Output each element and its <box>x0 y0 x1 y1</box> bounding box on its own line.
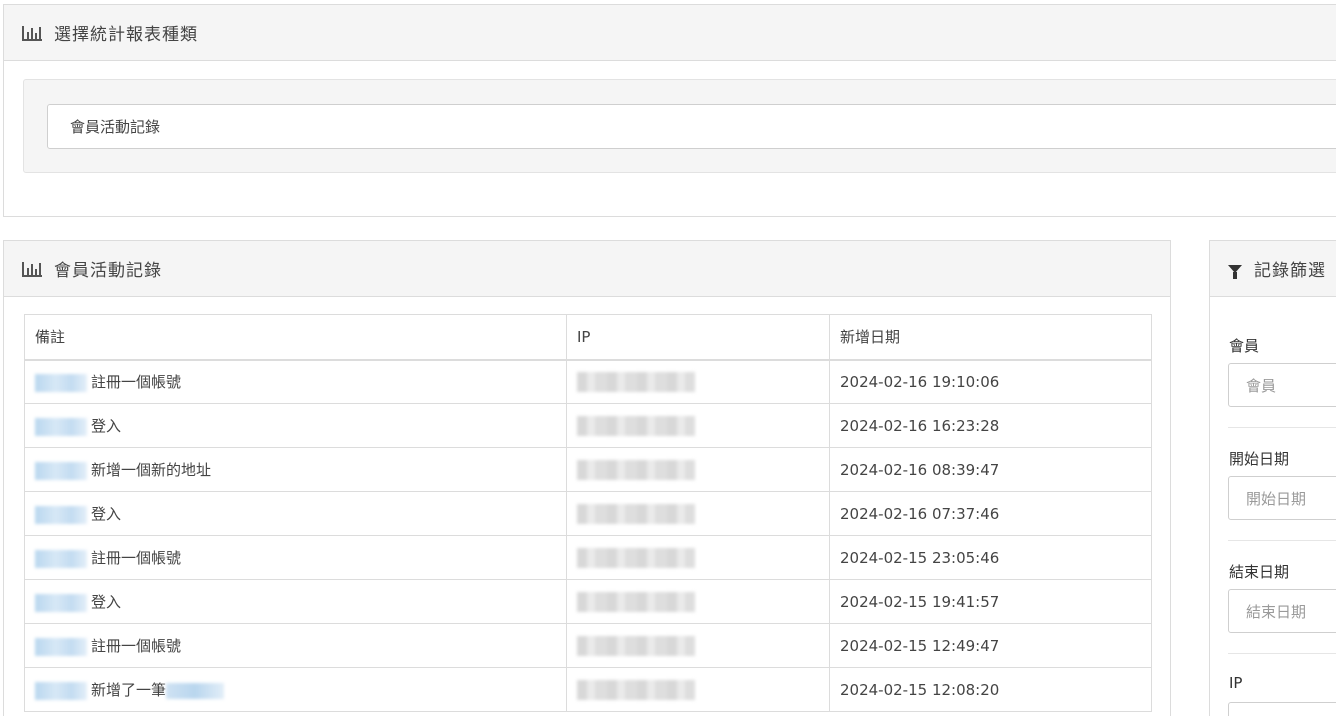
bar-chart-icon <box>22 261 42 277</box>
member-label: 會員 <box>1229 337 1260 355</box>
report-type-select[interactable]: 會員活動記錄 <box>47 104 1336 149</box>
filter-divider <box>1228 540 1336 541</box>
redacted-ip <box>577 679 695 700</box>
date-cell: 2024-02-15 12:08:20 <box>829 667 1152 712</box>
note-text: 登入 <box>91 417 122 435</box>
report-type-panel-heading: 選擇統計報表種類 <box>4 5 1336 61</box>
ip-cell <box>566 535 830 580</box>
table-row: 登入 2024-02-16 16:23:28 <box>24 403 1152 448</box>
filter-title: 記錄篩選 <box>1254 261 1326 281</box>
note-cell: 新增一個新的地址 <box>24 447 567 492</box>
table-row: 註冊一個帳號 2024-02-15 12:49:47 <box>24 623 1152 668</box>
end-date-input[interactable]: 結束日期 <box>1228 589 1336 633</box>
redacted-ip <box>577 371 695 392</box>
redacted-member <box>35 461 87 480</box>
redacted-ip <box>577 635 695 656</box>
table-row: 註冊一個帳號 2024-02-16 19:10:06 <box>24 359 1152 404</box>
redacted-ip <box>577 459 695 480</box>
note-text: 登入 <box>91 505 122 523</box>
start-date-label: 開始日期 <box>1229 450 1290 468</box>
date-cell: 2024-02-15 12:49:47 <box>829 623 1152 668</box>
date-cell: 2024-02-16 08:39:47 <box>829 447 1152 492</box>
ip-cell <box>566 623 830 668</box>
table-row: 註冊一個帳號 2024-02-15 23:05:46 <box>24 535 1152 580</box>
redacted-ip <box>577 503 695 524</box>
redacted-detail <box>166 682 225 699</box>
filter-panel: 記錄篩選 會員 會員 開始日期 開始日期 結束日期 結束日期 IP <box>1209 240 1336 716</box>
redacted-member <box>35 681 87 700</box>
date-cell: 2024-02-15 23:05:46 <box>829 535 1152 580</box>
column-header-ip[interactable]: IP <box>566 314 830 361</box>
activity-log-table: 備註 IP 新增日期 註冊一個帳號 2024-02-16 19:10:06 登入… <box>24 314 1152 712</box>
ip-cell <box>566 403 830 448</box>
ip-input[interactable] <box>1228 702 1336 716</box>
note-text: 註冊一個帳號 <box>91 373 182 392</box>
note-text: 新增一個新的地址 <box>91 461 212 479</box>
filter-panel-heading: 記錄篩選 <box>1210 241 1336 297</box>
report-select-well: 會員活動記錄 <box>23 79 1336 173</box>
note-cell: 新增了一筆 <box>24 667 567 712</box>
table-header-row: 備註 IP 新增日期 <box>24 314 1152 361</box>
note-cell: 註冊一個帳號 <box>24 623 567 668</box>
start-date-input[interactable]: 開始日期 <box>1228 476 1336 520</box>
note-cell: 註冊一個帳號 <box>24 535 567 580</box>
redacted-member <box>35 373 87 392</box>
table-row: 登入 2024-02-16 07:37:46 <box>24 491 1152 536</box>
ip-cell <box>566 667 830 712</box>
date-cell: 2024-02-16 07:37:46 <box>829 491 1152 536</box>
note-cell: 登入 <box>24 491 567 536</box>
column-header-note[interactable]: 備註 <box>24 314 567 361</box>
table-row: 新增一個新的地址 2024-02-16 08:39:47 <box>24 447 1152 492</box>
redacted-member <box>35 593 87 612</box>
activity-log-title: 會員活動記錄 <box>54 261 162 281</box>
note-text: 新增了一筆 <box>91 681 167 699</box>
end-date-label: 結束日期 <box>1229 563 1290 581</box>
note-cell: 登入 <box>24 403 567 448</box>
date-cell: 2024-02-16 16:23:28 <box>829 403 1152 448</box>
date-cell: 2024-02-16 19:10:06 <box>829 359 1152 404</box>
redacted-ip <box>577 547 695 568</box>
filter-icon <box>1228 264 1242 279</box>
ip-label: IP <box>1229 674 1243 692</box>
date-cell: 2024-02-15 19:41:57 <box>829 579 1152 624</box>
filter-divider <box>1228 653 1336 654</box>
activity-log-panel: 會員活動記錄 備註 IP 新增日期 註冊一個帳號 2024-02-16 19:1… <box>3 240 1171 716</box>
filter-divider <box>1228 427 1336 428</box>
report-type-title: 選擇統計報表種類 <box>54 25 198 45</box>
note-cell: 登入 <box>24 579 567 624</box>
note-text: 註冊一個帳號 <box>91 637 182 655</box>
note-text: 註冊一個帳號 <box>91 549 182 567</box>
redacted-member <box>35 417 87 436</box>
bar-chart-icon <box>22 25 42 41</box>
redacted-member <box>35 505 87 524</box>
report-type-panel: 選擇統計報表種類 會員活動記錄 <box>3 4 1336 217</box>
note-cell: 註冊一個帳號 <box>24 359 567 404</box>
redacted-member <box>35 549 87 568</box>
column-header-date[interactable]: 新增日期 <box>829 314 1152 361</box>
activity-log-heading: 會員活動記錄 <box>4 241 1170 297</box>
ip-cell <box>566 359 830 404</box>
note-text: 登入 <box>91 593 122 611</box>
ip-cell <box>566 447 830 492</box>
ip-cell <box>566 579 830 624</box>
redacted-ip <box>577 591 695 612</box>
ip-cell <box>566 491 830 536</box>
table-row: 新增了一筆 2024-02-15 12:08:20 <box>24 667 1152 712</box>
member-input[interactable]: 會員 <box>1228 363 1336 407</box>
redacted-ip <box>577 415 695 436</box>
redacted-member <box>35 637 87 656</box>
table-row: 登入 2024-02-15 19:41:57 <box>24 579 1152 624</box>
